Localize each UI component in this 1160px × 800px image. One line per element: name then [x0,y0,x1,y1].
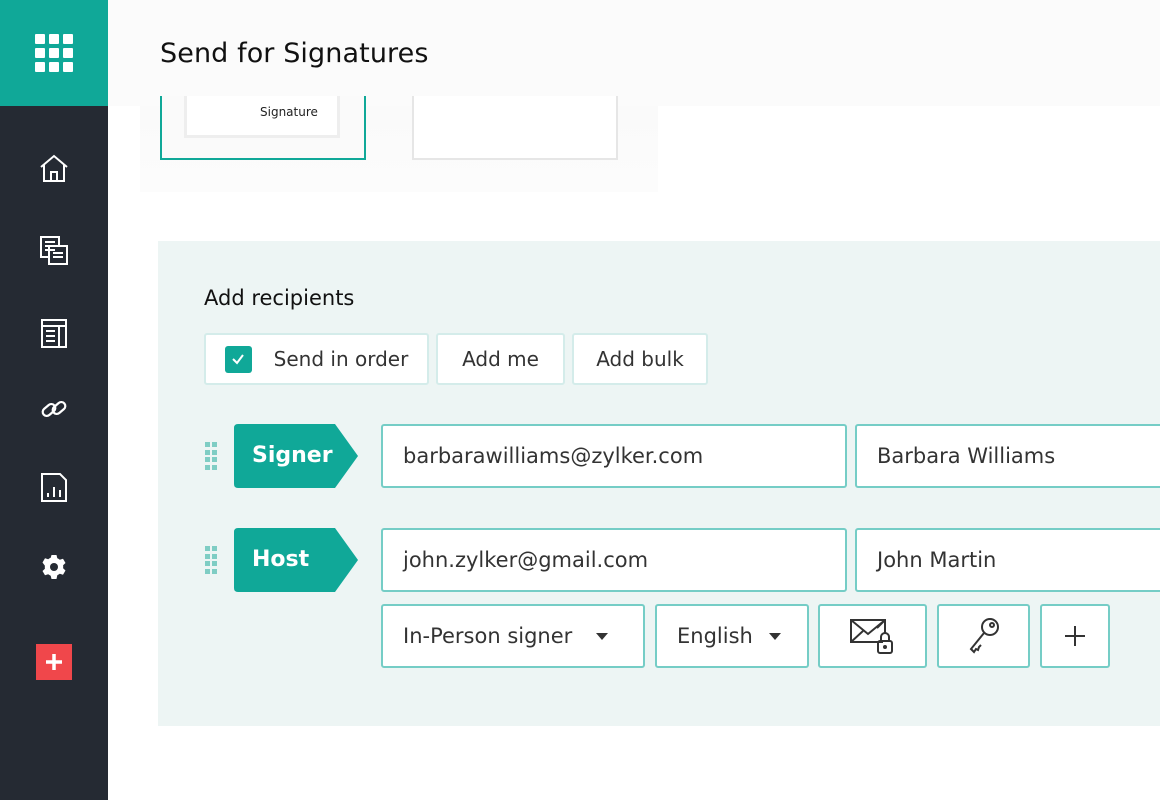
signer-type-dropdown[interactable]: In-Person signer [381,604,645,668]
send-in-order-label: Send in order [273,347,409,371]
apps-menu-button[interactable] [0,0,108,106]
gear-icon [42,555,66,579]
send-in-order-toggle[interactable]: Send in order [204,333,429,385]
chevron-down-icon [596,632,609,640]
language-value: English [677,624,753,648]
thumbnail-label: Signature [260,105,318,119]
drag-handle-icon[interactable] [205,442,219,470]
plus-icon [46,654,62,670]
template-icon [41,319,67,348]
role-label: Host [252,547,310,572]
page-title: Send for Signatures [160,38,429,69]
documents-icon [40,236,68,265]
email-field[interactable]: barbarawilliams@zylker.com [381,424,847,488]
add-me-button[interactable]: Add me [436,333,565,385]
email-field[interactable]: john.zylker@gmail.com [381,528,847,592]
sidebar-item-settings[interactable] [36,549,72,585]
sidebar-item-templates[interactable] [36,315,72,351]
chevron-down-icon [768,632,781,640]
key-icon [969,618,999,654]
send-in-order-checkbox[interactable] [224,345,252,373]
envelope-lock-icon [849,619,893,654]
recipients-title: Add recipients [204,286,355,310]
drag-handle-icon[interactable] [205,546,219,574]
role-tag-host[interactable]: Host [234,528,358,592]
sidebar [0,0,108,800]
add-bulk-button[interactable]: Add bulk [572,333,708,385]
sidebar-item-documents[interactable] [36,232,72,268]
email-privacy-button[interactable] [818,604,927,668]
add-option-button[interactable] [1040,604,1110,668]
role-label: Signer [252,443,333,468]
name-field[interactable]: John Martin [855,528,1160,592]
plus-icon [1065,626,1085,646]
sidebar-item-reports[interactable] [36,469,72,505]
report-icon [41,473,67,502]
checkmark-icon [232,354,244,365]
sidebar-item-links[interactable] [36,391,72,427]
document-thumbnail[interactable] [412,96,618,160]
home-icon [40,154,68,182]
create-button[interactable] [36,644,72,680]
name-field[interactable]: Barbara Williams [855,424,1160,488]
language-dropdown[interactable]: English [655,604,809,668]
grid-icon [35,34,73,72]
link-icon [41,400,67,418]
role-tag-signer[interactable]: Signer [234,424,358,488]
signer-type-value: In-Person signer [403,624,573,648]
sidebar-item-home[interactable] [36,150,72,186]
access-code-button[interactable] [937,604,1030,668]
